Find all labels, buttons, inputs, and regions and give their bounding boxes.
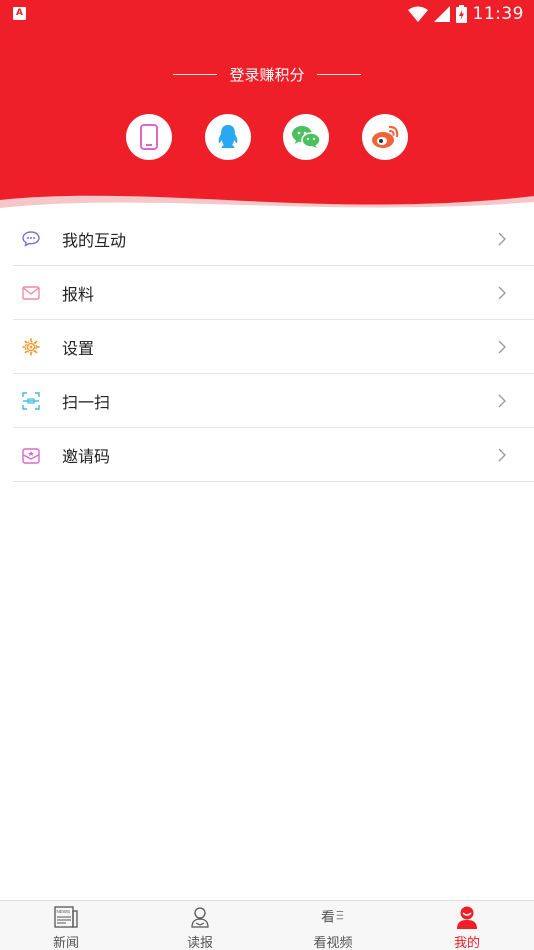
login-prompt[interactable]: 登录赚积分 — [229, 64, 304, 85]
chevron-right-icon — [498, 448, 506, 462]
reader-icon — [188, 905, 212, 929]
menu-item-invite-code[interactable]: 邀请码 — [13, 428, 534, 482]
chevron-right-icon — [498, 394, 506, 408]
weibo-icon — [372, 125, 399, 148]
gear-icon — [21, 337, 41, 357]
app-notification-icon: A — [13, 7, 26, 20]
tab-video[interactable]: 看 看视频 — [293, 901, 373, 950]
weibo-login-button[interactable] — [362, 114, 408, 160]
wechat-icon — [292, 126, 321, 148]
menu-item-report[interactable]: 报料 — [13, 266, 534, 320]
menu-item-settings[interactable]: 设置 — [13, 320, 534, 374]
tab-reader[interactable]: 读报 — [160, 901, 240, 950]
menu-item-scan[interactable]: 扫一扫 — [13, 374, 534, 428]
divider-right — [316, 74, 361, 75]
menu-item-interactions[interactable]: 我的互动 — [13, 212, 534, 266]
mail-icon — [21, 283, 41, 303]
newspaper-icon: NEWS — [54, 905, 78, 929]
clock: 11:39 — [472, 4, 524, 24]
tab-label: 我的 — [453, 936, 480, 950]
wifi-icon — [407, 6, 428, 22]
bottom-tab-bar: NEWS 新闻 读报 看 看视频 我的 — [0, 900, 534, 950]
menu-item-label: 设置 — [62, 338, 95, 358]
tab-news[interactable]: NEWS 新闻 — [26, 901, 106, 950]
profile-icon — [455, 905, 479, 929]
menu-item-label: 报料 — [62, 284, 95, 304]
social-login-row — [0, 114, 534, 160]
menu-item-label: 邀请码 — [62, 446, 111, 466]
menu-item-label: 我的互动 — [62, 230, 127, 250]
svg-text:NEWS: NEWS — [57, 909, 71, 914]
battery-icon — [455, 5, 467, 23]
chevron-right-icon — [498, 232, 506, 246]
phone-login-button[interactable] — [126, 114, 172, 160]
qq-login-button[interactable] — [205, 114, 251, 160]
chat-bubble-icon — [21, 229, 41, 249]
tab-label: 新闻 — [52, 936, 79, 950]
header-wave — [0, 195, 534, 215]
tab-label: 读报 — [186, 936, 213, 950]
menu-item-label: 扫一扫 — [62, 392, 111, 412]
login-prompt-row[interactable]: 登录赚积分 — [0, 64, 534, 85]
invite-envelope-icon — [21, 445, 41, 465]
chevron-right-icon — [498, 340, 506, 354]
status-indicators: 11:39 — [407, 2, 525, 26]
signal-icon — [433, 6, 450, 22]
profile-header: A 11:39 登录赚积分 — [0, 0, 534, 215]
status-bar: A 11:39 — [0, 0, 534, 28]
qq-icon — [218, 125, 238, 148]
wechat-login-button[interactable] — [283, 114, 329, 160]
tab-label: 看视频 — [313, 936, 353, 950]
tab-profile[interactable]: 我的 — [427, 901, 507, 950]
divider-left — [173, 74, 218, 75]
scan-icon — [21, 391, 41, 411]
phone-icon — [140, 124, 158, 150]
profile-menu: 我的互动 报料 设置 扫一扫 邀请码 — [0, 212, 534, 482]
video-icon: 看 — [321, 905, 345, 929]
chevron-right-icon — [498, 286, 506, 300]
svg-text:看: 看 — [321, 910, 335, 926]
